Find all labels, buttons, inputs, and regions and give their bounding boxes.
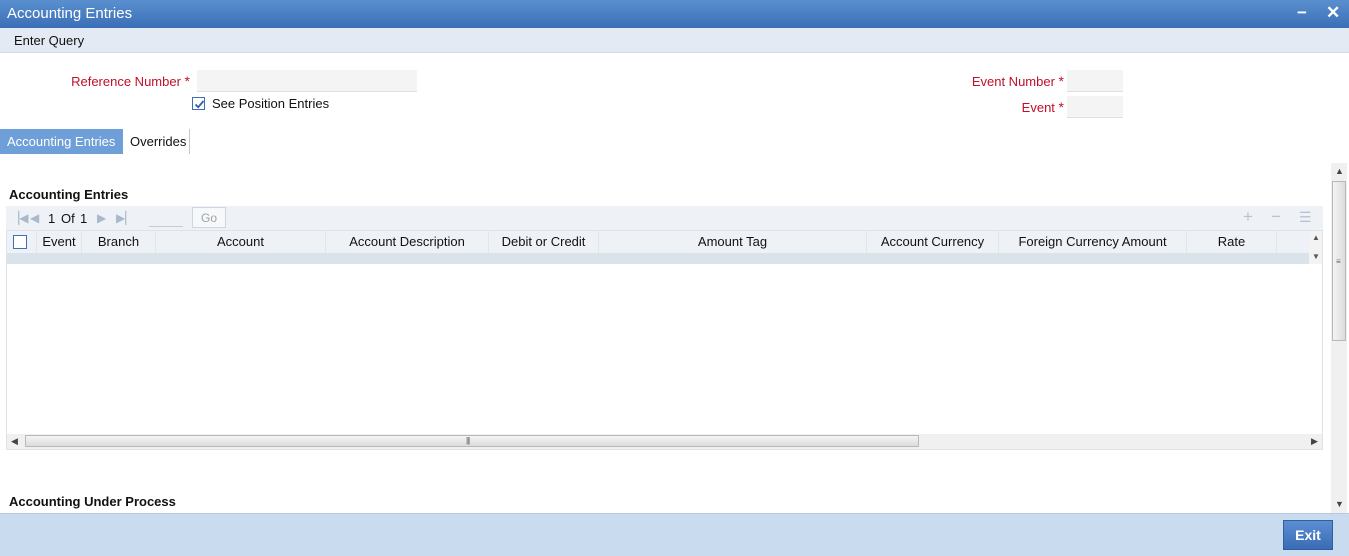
- column-header-event[interactable]: Event: [37, 231, 82, 253]
- table-row[interactable]: [7, 253, 1309, 264]
- pagination-bar: ▕◀ ◀ 1 Of 1 ▶ ▶▏ Go + − ☰: [6, 206, 1323, 230]
- required-marker: *: [184, 73, 190, 89]
- delete-row-icon[interactable]: −: [1271, 207, 1281, 227]
- event-number-label-text: Event Number: [971, 74, 1055, 89]
- scroll-right-icon[interactable]: ▶: [1311, 436, 1318, 447]
- select-all-column: [7, 231, 37, 253]
- total-pages: 1: [80, 211, 88, 226]
- single-view-icon[interactable]: ☰: [1299, 209, 1312, 226]
- accounting-under-process-section-title: Accounting Under Process: [9, 494, 176, 509]
- column-header-account-description[interactable]: Account Description: [326, 231, 489, 253]
- column-header-amount-tag[interactable]: Amount Tag: [599, 231, 867, 253]
- page-scroll-thumb[interactable]: ≡: [1332, 181, 1346, 341]
- grid-header: Event Branch Account Account Description…: [7, 231, 1309, 253]
- select-all-checkbox[interactable]: [13, 235, 27, 249]
- page-vertical-scrollbar[interactable]: ▲ ≡ ▼: [1331, 163, 1347, 513]
- scroll-down-icon[interactable]: ▼: [1312, 252, 1320, 261]
- page-number-input[interactable]: [149, 209, 183, 227]
- reference-number-input[interactable]: [197, 70, 417, 92]
- see-position-entries-label: See Position Entries: [212, 96, 330, 111]
- footer-bar: Exit: [0, 513, 1349, 556]
- page-scroll-down-icon[interactable]: ▼: [1335, 499, 1344, 509]
- add-row-icon[interactable]: +: [1243, 207, 1253, 227]
- grip-icon: |||: [466, 436, 470, 445]
- prev-page-icon[interactable]: ◀: [30, 211, 39, 225]
- close-icon[interactable]: ✕: [1326, 3, 1340, 23]
- scroll-left-icon[interactable]: ◀: [11, 436, 18, 447]
- next-page-icon[interactable]: ▶: [97, 211, 106, 225]
- page-scroll-up-icon[interactable]: ▲: [1335, 166, 1344, 176]
- event-label: Event *: [930, 99, 1064, 115]
- scroll-up-icon[interactable]: ▲: [1312, 233, 1320, 242]
- current-page: 1: [48, 211, 56, 226]
- exit-button[interactable]: Exit: [1283, 520, 1333, 550]
- go-button[interactable]: Go: [192, 207, 226, 228]
- minimize-icon[interactable]: −: [1297, 3, 1307, 23]
- event-label-text: Event: [1021, 100, 1055, 115]
- event-number-input[interactable]: [1067, 70, 1123, 92]
- reference-number-label-text: Reference Number: [71, 74, 181, 89]
- grid-vertical-scrollbar[interactable]: ▲ ▼: [1309, 231, 1322, 264]
- window-title: Accounting Entries: [7, 5, 133, 22]
- first-page-icon[interactable]: ▕◀: [10, 211, 28, 225]
- window-title-bar: Accounting Entries − ✕: [0, 0, 1349, 28]
- column-header-debit-or-credit[interactable]: Debit or Credit: [489, 231, 599, 253]
- checkbox-box[interactable]: [192, 97, 205, 110]
- accounting-entries-grid: Event Branch Account Account Description…: [6, 230, 1323, 450]
- page-of-label: Of: [61, 211, 75, 226]
- grid-horizontal-scrollbar[interactable]: ◀ ||| ▶: [7, 434, 1322, 449]
- accounting-entries-section-title: Accounting Entries: [9, 187, 129, 202]
- column-header-account[interactable]: Account: [156, 231, 326, 253]
- reference-number-label: Reference Number *: [40, 73, 190, 89]
- menu-bar: Enter Query: [0, 28, 1349, 53]
- enter-query-menu-item[interactable]: Enter Query: [14, 33, 84, 48]
- horizontal-scroll-thumb[interactable]: |||: [25, 435, 919, 447]
- required-marker: *: [1058, 99, 1064, 115]
- event-input[interactable]: [1067, 96, 1123, 118]
- tab-accounting-entries[interactable]: Accounting Entries: [0, 129, 123, 154]
- event-number-label: Event Number *: [930, 73, 1064, 89]
- column-header-account-currency[interactable]: Account Currency: [867, 231, 999, 253]
- column-header-foreign-currency-amount[interactable]: Foreign Currency Amount: [999, 231, 1187, 253]
- column-header-branch[interactable]: Branch: [82, 231, 156, 253]
- column-header-rate[interactable]: Rate: [1187, 231, 1277, 253]
- tab-overrides[interactable]: Overrides: [123, 129, 190, 154]
- required-marker: *: [1058, 73, 1064, 89]
- grip-icon: ≡: [1336, 257, 1341, 266]
- last-page-icon[interactable]: ▶▏: [116, 211, 134, 225]
- checkmark-icon: [194, 100, 205, 109]
